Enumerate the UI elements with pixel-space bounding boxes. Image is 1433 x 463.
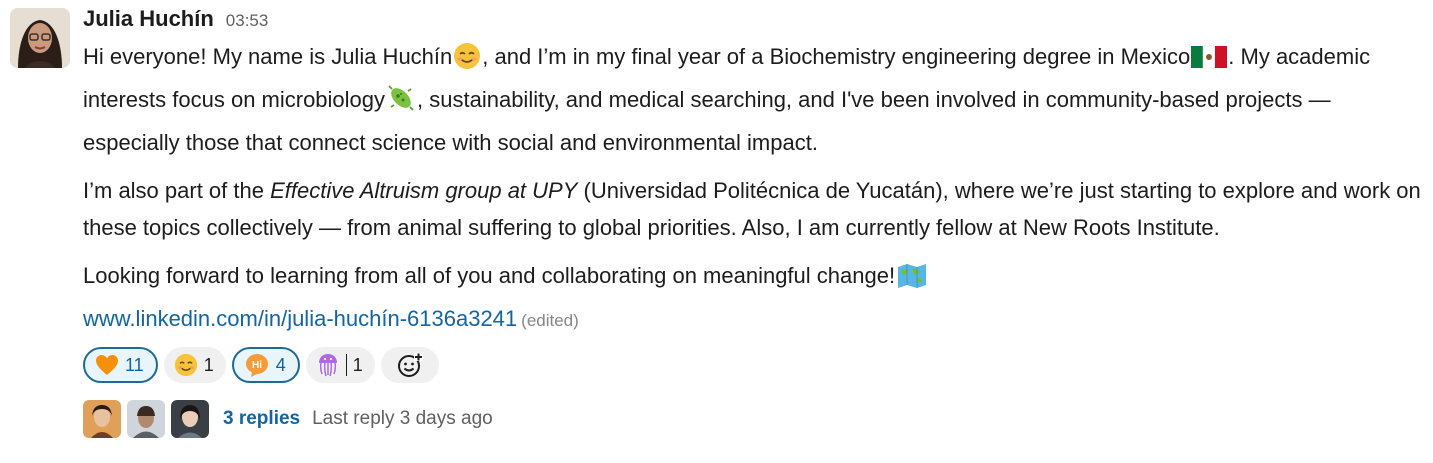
- message-header: Julia Huchín 03:53: [83, 6, 1423, 36]
- smiling-face-icon: [453, 42, 481, 81]
- linkedin-link[interactable]: www.linkedin.com/in/julia-huchín-6136a32…: [83, 306, 517, 331]
- message-body: Hi everyone! My name is Julia Huchín , an…: [83, 38, 1423, 337]
- replies-count-link[interactable]: 3 replies: [223, 408, 300, 430]
- reply-avatar[interactable]: [127, 400, 165, 438]
- reaction-count: 1: [203, 354, 214, 375]
- paragraph-closing: Looking forward to learning from all of …: [83, 257, 1423, 300]
- paragraph-intro: Hi everyone! My name is Julia Huchín , an…: [83, 38, 1423, 161]
- mexico-flag-icon: [1191, 44, 1228, 81]
- last-reply-time: Last reply 3 days ago: [312, 408, 493, 429]
- reaction-hi-bubble[interactable]: Hi 4: [231, 347, 300, 383]
- author-avatar[interactable]: [10, 8, 70, 68]
- text-segment: Hi everyone! My name is Julia Huchín: [83, 44, 453, 69]
- hi-bubble-icon: Hi: [244, 352, 270, 378]
- message-timestamp[interactable]: 03:53: [226, 11, 269, 31]
- edited-label: (edited): [521, 311, 579, 330]
- text-segment: I’m also part of the: [83, 178, 271, 203]
- text-segment: Looking forward to learning from all of …: [83, 263, 896, 288]
- svg-text:Hi: Hi: [252, 360, 262, 371]
- reply-avatar[interactable]: [171, 400, 209, 438]
- add-reaction-icon: [396, 351, 424, 379]
- link-line: www.linkedin.com/in/julia-huchín-6136a32…: [83, 303, 1423, 337]
- thread-summary[interactable]: 3 replies Last reply 3 days ago: [83, 399, 1423, 439]
- orange-heart-icon: [95, 354, 119, 376]
- message-content: Julia Huchín 03:53 Hi everyone! My name …: [83, 6, 1423, 439]
- reaction-count: 11: [125, 354, 144, 375]
- reaction-count: 4: [275, 354, 286, 375]
- world-map-icon: [896, 263, 928, 300]
- reaction-count: 1: [352, 354, 363, 375]
- add-reaction-button[interactable]: [380, 347, 439, 383]
- reply-avatar[interactable]: [83, 400, 121, 438]
- group-name-italic: Effective Altruism group at UPY: [270, 178, 578, 203]
- paragraph-group: I’m also part of the Effective Altruism …: [83, 172, 1423, 246]
- reaction-divider: [345, 354, 347, 376]
- reaction-jellyfish[interactable]: 1: [305, 347, 375, 383]
- blush-icon: [174, 353, 198, 377]
- text-segment: , and I’m in my final year of a Biochemi…: [482, 44, 1191, 69]
- author-name[interactable]: Julia Huchín: [83, 6, 214, 32]
- reaction-blush[interactable]: 1: [163, 347, 226, 383]
- microbe-icon: [386, 83, 416, 124]
- message: Julia Huchín 03:53 Hi everyone! My name …: [0, 0, 1433, 463]
- jellyfish-icon: [316, 352, 340, 378]
- reaction-orange-heart[interactable]: 11: [83, 347, 158, 383]
- reactions-bar: 11 1 Hi 4 1: [83, 345, 1423, 385]
